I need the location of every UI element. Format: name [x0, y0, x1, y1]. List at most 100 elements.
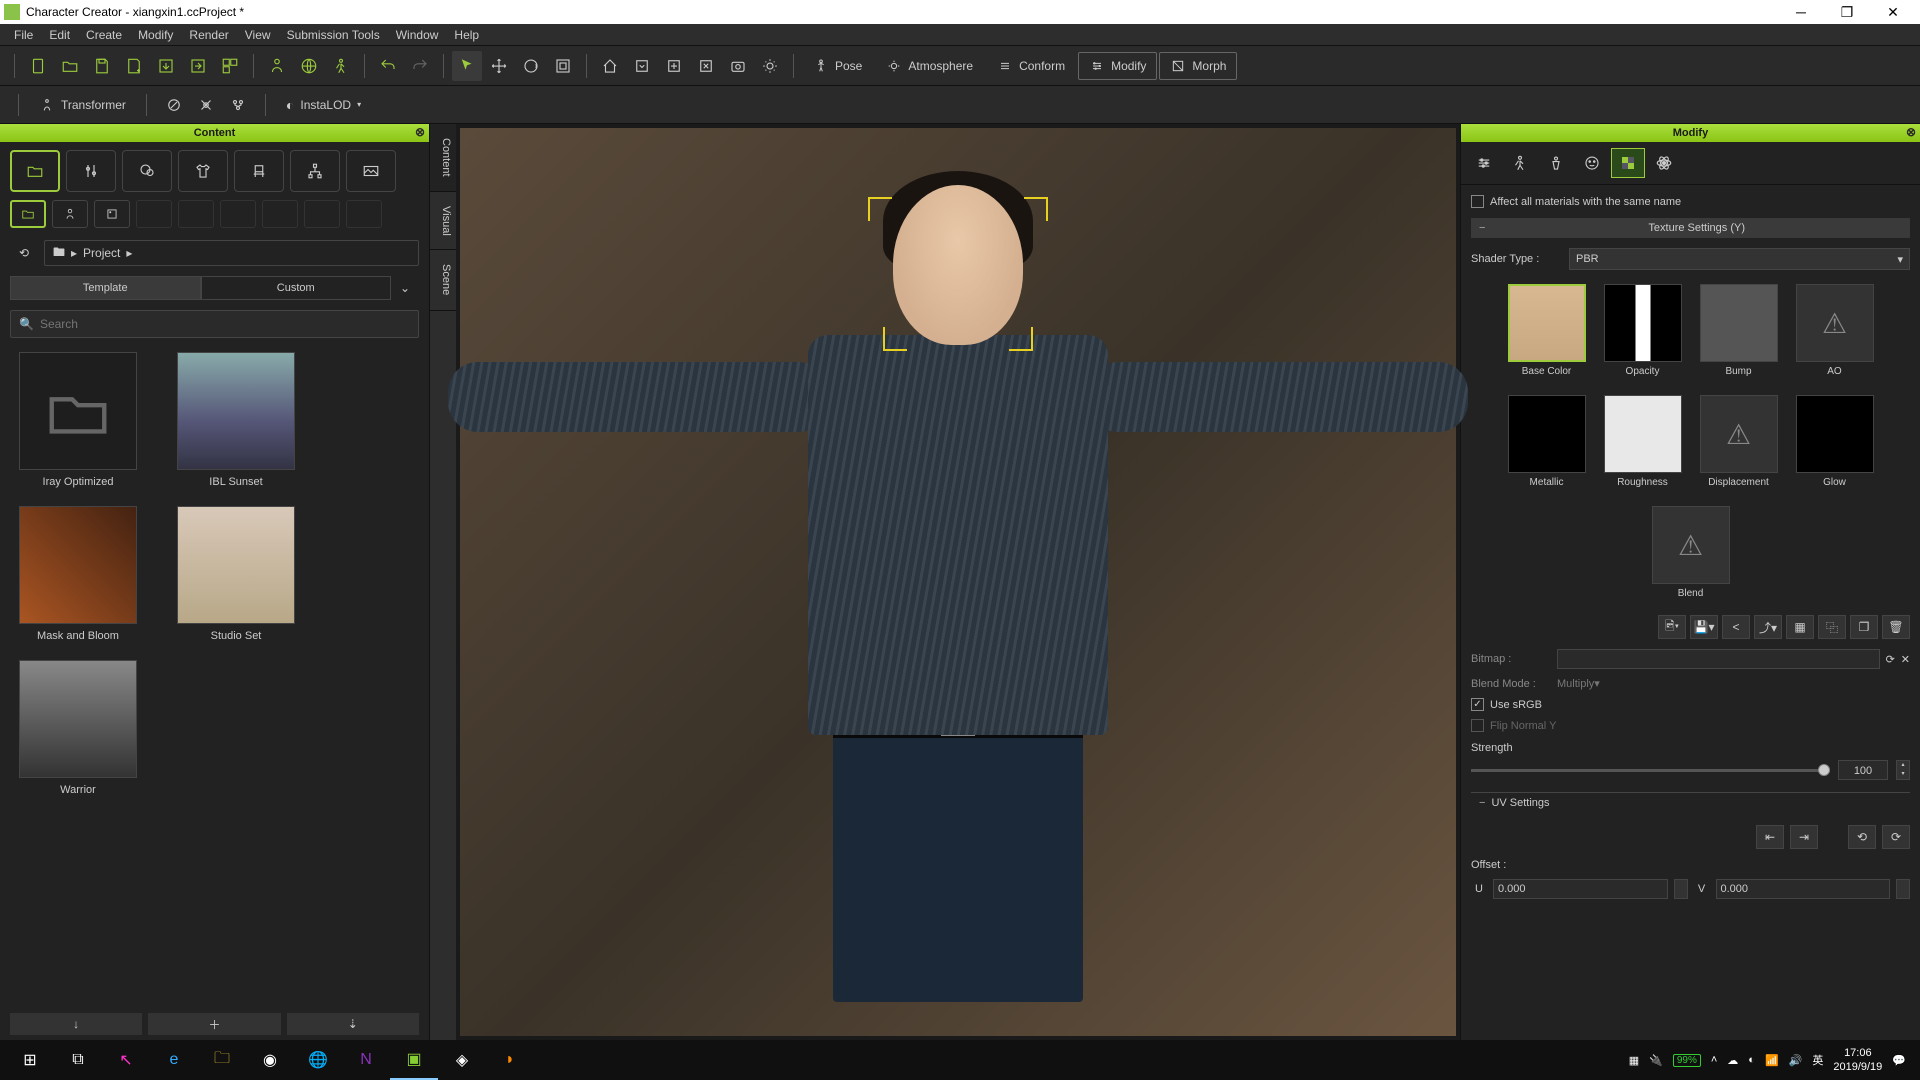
instalod-button[interactable]: ◐InstaLOD▾	[278, 93, 369, 117]
tab-landscape-icon[interactable]	[346, 150, 396, 192]
rtab-body-icon[interactable]	[1539, 148, 1573, 178]
use-srgb-checkbox[interactable]: ✓Use sRGB	[1471, 694, 1910, 715]
close-button[interactable]: ✕	[1870, 0, 1916, 24]
rtab-face-icon[interactable]	[1575, 148, 1609, 178]
app-character-creator-icon[interactable]: ▣	[390, 1040, 438, 1080]
app-cursor-icon[interactable]: ↖	[102, 1040, 150, 1080]
minimize-button[interactable]: ─	[1778, 0, 1824, 24]
content-item-iray[interactable]: Iray Optimized	[14, 352, 142, 488]
tab-folder-icon[interactable]	[10, 150, 60, 192]
tex-grid-icon[interactable]: ▦	[1786, 615, 1814, 639]
tex-copy-icon[interactable]: ⿻	[1818, 615, 1846, 639]
app-chrome-icon[interactable]: ◉	[246, 1040, 294, 1080]
texture-bump[interactable]: Bump	[1700, 284, 1778, 377]
v-input[interactable]: 0.000	[1716, 879, 1891, 899]
texture-base-color[interactable]: Base Color	[1508, 284, 1586, 377]
subtab-preset-icon[interactable]	[94, 200, 130, 228]
menu-render[interactable]: Render	[181, 26, 236, 44]
tab-hierarchy-icon[interactable]	[290, 150, 340, 192]
new-file-icon[interactable]	[23, 51, 53, 81]
home-icon[interactable]	[595, 51, 625, 81]
transformer-button[interactable]: Transformer	[31, 93, 134, 117]
rotate-tool-icon[interactable]	[516, 51, 546, 81]
conform-button[interactable]: Conform	[986, 52, 1076, 80]
morph-button[interactable]: Morph	[1159, 52, 1237, 80]
camera-settings-icon[interactable]	[723, 51, 753, 81]
save-file-icon[interactable]	[87, 51, 117, 81]
tab-custom[interactable]: Custom	[201, 276, 392, 300]
app-blender-icon[interactable]: ◗	[486, 1040, 534, 1080]
globe-icon[interactable]	[294, 51, 324, 81]
remove-button[interactable]: ⇣	[287, 1013, 419, 1035]
app-explorer-icon[interactable]: 🗀	[198, 1040, 246, 1080]
rtab-physics-icon[interactable]	[1647, 148, 1681, 178]
add-button[interactable]: ＋	[148, 1013, 280, 1035]
tab-sliders-icon[interactable]	[66, 150, 116, 192]
scale-tool-icon[interactable]	[548, 51, 578, 81]
tab-template[interactable]: Template	[10, 276, 201, 300]
bitmap-clear-icon[interactable]: ✕	[1901, 653, 1910, 666]
task-view-icon[interactable]: ⧉	[54, 1040, 102, 1080]
options-icon[interactable]	[215, 51, 245, 81]
uv-settings-header[interactable]: −UV Settings	[1471, 792, 1910, 813]
start-button[interactable]: ⊞	[6, 1040, 54, 1080]
content-item-studio-set[interactable]: Studio Set	[172, 506, 300, 642]
search-input[interactable]: 🔍	[10, 310, 419, 338]
tab-chair-icon[interactable]	[234, 150, 284, 192]
tex-share-icon[interactable]: <	[1722, 615, 1750, 639]
rtab-sliders-icon[interactable]	[1467, 148, 1501, 178]
menu-create[interactable]: Create	[78, 26, 130, 44]
app-browser-icon[interactable]: 🌐	[294, 1040, 342, 1080]
texture-displacement[interactable]: ⚠Displacement	[1700, 395, 1778, 488]
tool-b-icon[interactable]	[191, 90, 221, 120]
texture-opacity[interactable]: Opacity	[1604, 284, 1682, 377]
texture-blend[interactable]: ⚠Blend	[1652, 506, 1730, 599]
export-icon[interactable]	[183, 51, 213, 81]
pose-button[interactable]: Pose	[802, 52, 873, 80]
viewport[interactable]	[460, 128, 1456, 1036]
redo-icon[interactable]	[405, 51, 435, 81]
tab-palette-icon[interactable]	[122, 150, 172, 192]
affect-all-checkbox[interactable]: Affect all materials with the same name	[1471, 191, 1910, 212]
modify-button[interactable]: Modify	[1078, 52, 1157, 80]
tool-a-icon[interactable]	[159, 90, 189, 120]
tray-grid-icon[interactable]: ▦	[1629, 1054, 1639, 1067]
app-edge-icon[interactable]: e	[150, 1040, 198, 1080]
strength-slider[interactable]: 100 ▴▾	[1471, 756, 1910, 784]
app-onenote-icon[interactable]: N	[342, 1040, 390, 1080]
texture-ao[interactable]: ⚠AO	[1796, 284, 1874, 377]
tex-dup-icon[interactable]: ❐	[1850, 615, 1878, 639]
content-item-warrior[interactable]: Warrior	[14, 660, 142, 796]
tex-load-icon[interactable]: 🖻▾	[1658, 615, 1686, 639]
tray-up-icon[interactable]: ˄	[1711, 1054, 1717, 1066]
back-icon[interactable]: ⟲	[10, 240, 38, 266]
uv-flip-h-icon[interactable]: ⇤	[1756, 825, 1784, 849]
content-item-mask-bloom[interactable]: Mask and Bloom	[14, 506, 142, 642]
bitmap-input[interactable]	[1557, 649, 1880, 669]
tex-save-icon[interactable]: 💾▾	[1690, 615, 1718, 639]
atmosphere-button[interactable]: Atmosphere	[875, 52, 984, 80]
tray-ime-icon[interactable]: 英	[1812, 1052, 1823, 1068]
sidetab-scene[interactable]: Scene	[430, 250, 456, 310]
sidetab-content[interactable]: Content	[430, 124, 456, 192]
texture-glow[interactable]: Glow	[1796, 395, 1874, 488]
menu-help[interactable]: Help	[446, 26, 487, 44]
tex-link-icon[interactable]: ⤴▾	[1754, 615, 1782, 639]
subtab-person-icon[interactable]	[52, 200, 88, 228]
run-icon[interactable]	[326, 51, 356, 81]
light-icon[interactable]	[755, 51, 785, 81]
apply-button[interactable]: ↓	[10, 1013, 142, 1035]
sidetab-visual[interactable]: Visual	[430, 192, 456, 251]
u-input[interactable]: 0.000	[1493, 879, 1668, 899]
tab-menu-icon[interactable]: ⌄	[391, 281, 419, 295]
blendmode-select[interactable]: Multiply▾	[1557, 677, 1910, 690]
tray-sync-icon[interactable]: ◐	[1748, 1054, 1755, 1066]
shader-type-select[interactable]: PBR▾	[1569, 248, 1910, 270]
tray-power-icon[interactable]: 🔌	[1649, 1054, 1663, 1067]
rtab-texture-icon[interactable]	[1611, 148, 1645, 178]
tray-wifi-icon[interactable]: 📶	[1765, 1054, 1779, 1067]
import-icon[interactable]	[151, 51, 181, 81]
open-file-icon[interactable]	[55, 51, 85, 81]
frame-down-icon[interactable]	[627, 51, 657, 81]
texture-roughness[interactable]: Roughness	[1604, 395, 1682, 488]
